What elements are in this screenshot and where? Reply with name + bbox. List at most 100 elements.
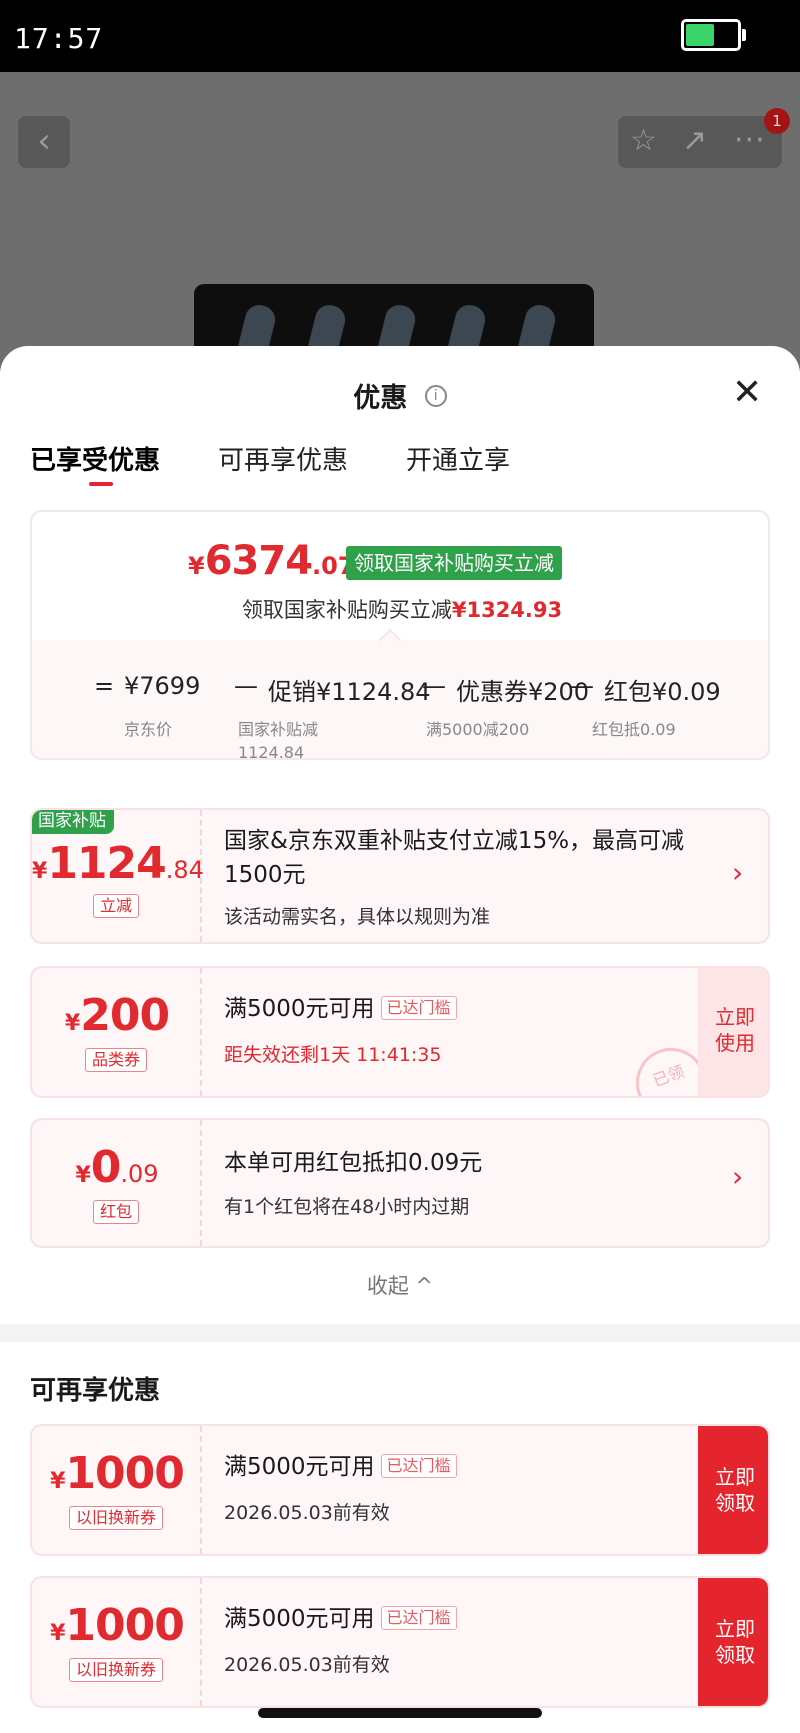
- subsidy-badge: 国家补贴: [32, 810, 114, 834]
- redpacket-label: 红包抵0.09: [592, 720, 676, 739]
- notification-badge: 1: [764, 108, 790, 134]
- offer-amount: ¥0.09: [32, 1142, 202, 1193]
- more-offers-heading: 可再享优惠: [30, 1376, 161, 1406]
- offers-sheet: 优惠 i ✕ 已享受优惠 可再享优惠 开通立享 ¥6374.07 领取国家补贴购…: [0, 346, 800, 1733]
- subsidy-tag: 领取国家补贴购买立减: [346, 546, 562, 580]
- claim-now-button[interactable]: 立即 领取: [698, 1578, 768, 1706]
- offer-title: 满5000元可用 已达门槛: [224, 1602, 457, 1636]
- info-icon[interactable]: i: [424, 384, 447, 407]
- offer-title-text: 满5000元可用: [224, 1454, 375, 1480]
- category-coupon-card[interactable]: ¥200 品类券 满5000元可用 已达门槛 距失效还剩1天 11:41:35 已…: [30, 966, 770, 1098]
- subsidy-amount: ¥1324.93: [451, 598, 563, 622]
- battery-icon: [681, 19, 741, 51]
- use-now-button[interactable]: 立即 使用: [698, 968, 768, 1096]
- price-summary-card: ¥6374.07 领取国家补贴购买立减 领取国家补贴购买立减¥1324.93 =…: [30, 510, 770, 760]
- offer-type-tag: 品类券: [84, 1048, 148, 1072]
- status-bar: 17:57: [0, 0, 800, 72]
- tradein-coupon-card[interactable]: ¥1000 以旧换新券 满5000元可用 已达门槛 2026.05.03前有效 立…: [30, 1424, 770, 1556]
- offer-amount-integer: 1124: [47, 838, 166, 889]
- formula-equals: =: [94, 672, 115, 700]
- tab-enjoyed[interactable]: 已享受优惠: [30, 440, 160, 477]
- tab-activate[interactable]: 开通立享: [406, 440, 510, 477]
- offer-amount-decimal: .84: [165, 856, 204, 884]
- offer-subtitle: 有1个红包将在48小时内过期: [224, 1196, 470, 1218]
- formula-minus: —: [422, 672, 446, 700]
- offer-type-tag: 以旧换新券: [68, 1506, 164, 1530]
- favorite-icon[interactable]: ☆: [630, 124, 657, 158]
- claim-now-button[interactable]: 立即 领取: [698, 1426, 768, 1554]
- chevron-right-icon[interactable]: ›: [732, 1160, 743, 1193]
- formula-minus: —: [570, 672, 594, 700]
- formula-base-price: ¥7699: [124, 672, 201, 700]
- offer-amount: ¥1000: [32, 1448, 202, 1499]
- button-label-line: 立即: [715, 1465, 755, 1489]
- back-button[interactable]: ‹: [18, 116, 70, 168]
- more-icon[interactable]: ···: [734, 124, 766, 158]
- coupon-label: 满5000减200: [426, 720, 530, 739]
- formula-minus: —: [234, 672, 258, 700]
- offer-amount-integer: 0: [90, 1142, 122, 1193]
- button-label-line: 立即: [715, 1005, 755, 1029]
- offer-amount-panel: ¥1000 以旧换新券: [32, 1426, 202, 1554]
- redpacket-offer-card[interactable]: ¥0.09 红包 本单可用红包抵扣0.09元 有1个红包将在48小时内过期 ›: [30, 1118, 770, 1248]
- share-icon[interactable]: ↗: [682, 124, 707, 158]
- offer-title-text: 满5000元可用: [224, 996, 375, 1022]
- button-label-line: 使用: [715, 1031, 755, 1055]
- collapse-button[interactable]: 收起 ^: [0, 1270, 800, 1300]
- offer-title-text: 满5000元可用: [224, 1606, 375, 1632]
- active-tab-indicator: [89, 482, 113, 486]
- formula-redpacket: 红包¥0.09: [604, 678, 721, 706]
- battery-tip: [742, 29, 746, 41]
- currency-symbol: ¥: [188, 552, 205, 580]
- subsidy-description: 领取国家补贴购买立减¥1324.93: [32, 594, 768, 624]
- currency-symbol: ¥: [75, 1163, 91, 1188]
- threshold-reached-tag: 已达门槛: [380, 996, 457, 1020]
- offer-amount: ¥1124.84: [32, 838, 204, 889]
- currency-symbol: ¥: [64, 1011, 81, 1036]
- tradein-coupon-card[interactable]: ¥1000 以旧换新券 满5000元可用 已达门槛 2026.05.03前有效 立…: [30, 1576, 770, 1708]
- offer-amount-integer: 1000: [65, 1600, 184, 1651]
- final-price-integer: 6374: [204, 538, 313, 584]
- offer-amount-integer: 200: [80, 990, 170, 1041]
- button-label-line: 立即: [715, 1617, 755, 1641]
- currency-symbol: ¥: [50, 1621, 66, 1646]
- currency-symbol: ¥: [50, 1469, 66, 1494]
- product-page-backdrop[interactable]: ‹ ☆ ↗ ··· 1: [0, 72, 800, 372]
- threshold-reached-tag: 已达门槛: [380, 1606, 457, 1630]
- offer-amount: ¥1000: [32, 1600, 202, 1651]
- battery-level: [686, 24, 714, 46]
- button-label-line: 领取: [715, 1643, 755, 1667]
- threshold-reached-tag: 已达门槛: [380, 1454, 457, 1478]
- subsidy-offer-card[interactable]: ¥1124.84 立减 国家补贴 国家&京东双重补贴支付立减15%，最高可减15…: [30, 808, 770, 944]
- offer-amount-integer: 1000: [65, 1448, 184, 1499]
- sheet-title-text: 优惠: [353, 383, 408, 414]
- offer-amount-panel: ¥0.09 红包: [32, 1120, 202, 1246]
- section-divider: [0, 1324, 800, 1342]
- top-actions-bar: ☆ ↗ ··· 1: [618, 108, 790, 168]
- offer-title: 满5000元可用 已达门槛: [224, 1450, 457, 1484]
- offer-title: 满5000元可用 已达门槛: [224, 992, 457, 1026]
- formula-promo: 促销¥1124.84: [268, 678, 431, 706]
- button-label-line: 领取: [715, 1491, 755, 1515]
- expiry-countdown: 距失效还剩1天 11:41:35: [224, 1044, 442, 1066]
- offer-subtitle: 该活动需实名，具体以规则为准: [224, 906, 491, 928]
- offer-title: 本单可用红包抵扣0.09元: [224, 1150, 483, 1176]
- status-time: 17:57: [14, 22, 104, 55]
- offer-amount-decimal: .09: [120, 1160, 159, 1188]
- tab-more-offers[interactable]: 可再享优惠: [218, 440, 348, 477]
- close-button[interactable]: ✕: [732, 375, 762, 411]
- base-price-label: 京东价: [124, 720, 173, 739]
- promo-label-line: 国家补贴减: [238, 720, 319, 739]
- offer-amount-panel: ¥200 品类券: [32, 968, 202, 1096]
- offer-title: 国家&京东双重补贴支付立减15%，最高可减1500元: [224, 828, 685, 888]
- home-indicator[interactable]: [258, 1708, 542, 1718]
- chevron-right-icon[interactable]: ›: [732, 856, 743, 889]
- offer-type-tag: 红包: [92, 1200, 140, 1224]
- promo-label-line: 1124.84: [238, 743, 305, 760]
- final-price: ¥6374.07: [188, 538, 355, 584]
- offer-type-tag: 立减: [92, 894, 140, 918]
- offer-amount: ¥200: [32, 990, 202, 1041]
- offer-amount-panel: ¥1000 以旧换新券: [32, 1578, 202, 1706]
- validity-date: 2026.05.03前有效: [224, 1502, 390, 1524]
- sheet-title: 优惠 i: [0, 376, 800, 415]
